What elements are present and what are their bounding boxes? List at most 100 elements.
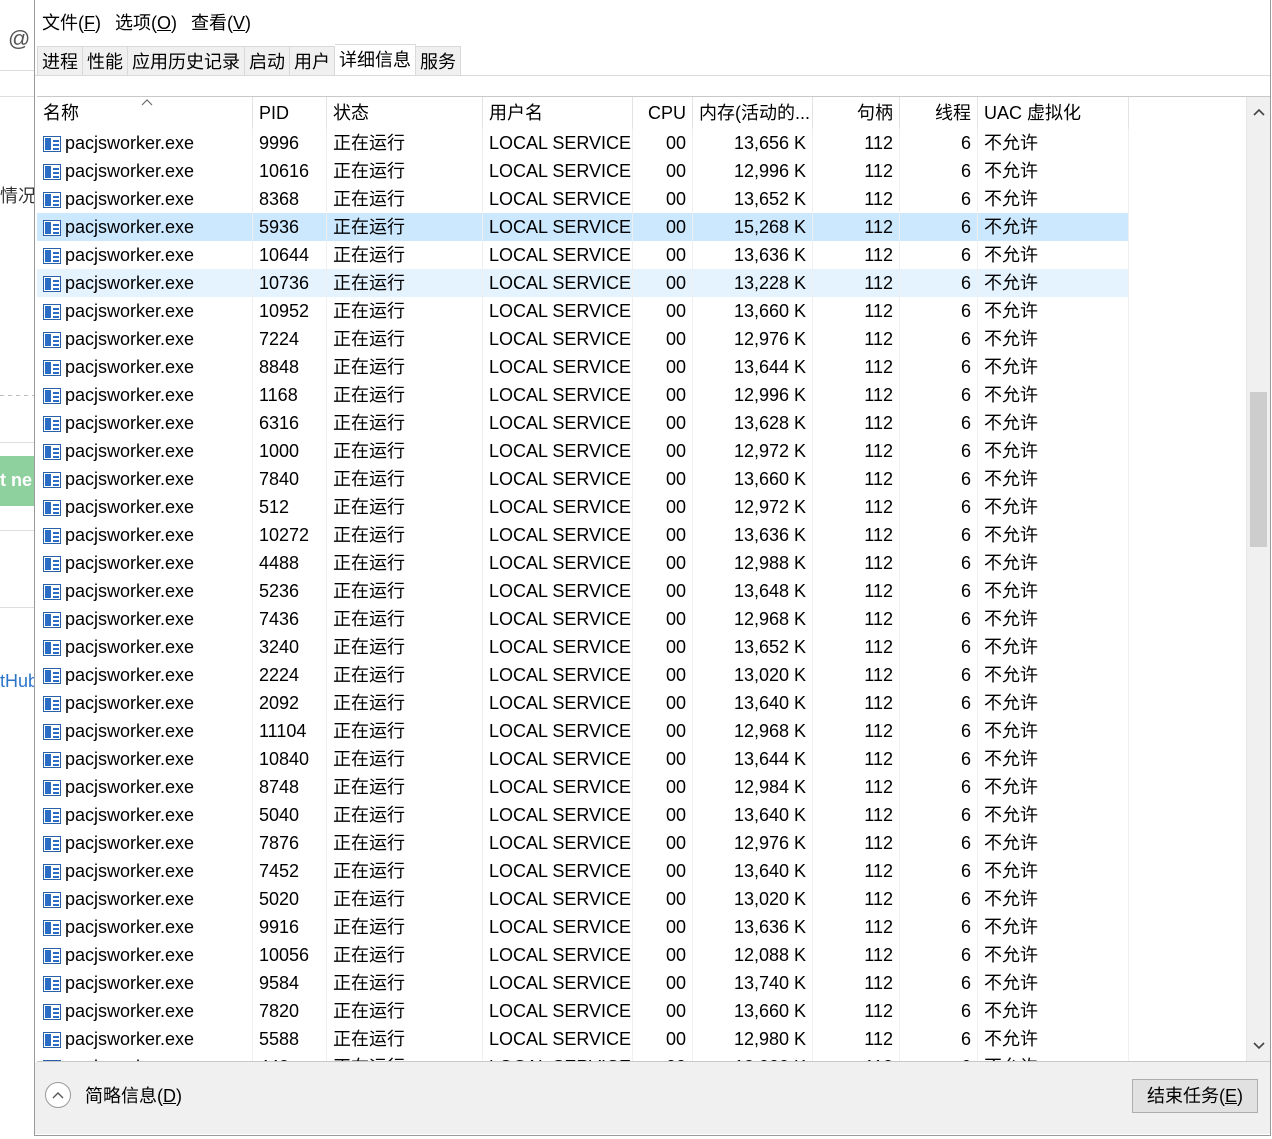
table-row[interactable]: pacjsworker.exe 5236 正在运行 LOCAL SERVICE 00 13… [37, 577, 1129, 605]
process-window-icon [43, 1032, 61, 1048]
table-row[interactable]: pacjsworker.exe 11104 正在运行 LOCAL SERVICE 00 1… [37, 717, 1129, 745]
tab-0[interactable]: 进程 [37, 46, 83, 76]
table-row[interactable]: pacjsworker.exe 7224 正在运行 LOCAL SERVICE 00 12… [37, 325, 1129, 353]
process-name: pacjsworker.exe [65, 357, 195, 377]
cell-uac: 不允许 [978, 465, 1129, 493]
tab-6[interactable]: 服务 [416, 46, 461, 76]
cell-handles: 112 [813, 717, 900, 745]
table-row[interactable]: pacjsworker.exe 8748 正在运行 LOCAL SERVICE 00 12… [37, 773, 1129, 801]
process-name: pacjsworker.exe [65, 189, 195, 209]
table-row[interactable]: pacjsworker.exe 2092 正在运行 LOCAL SERVICE 00 13… [37, 689, 1129, 717]
table-row[interactable]: pacjsworker.exe 5020 正在运行 LOCAL SERVICE 00 13… [37, 885, 1129, 913]
table-row[interactable]: pacjsworker.exe 8848 正在运行 LOCAL SERVICE 00 13… [37, 353, 1129, 381]
tab-5[interactable]: 详细信息 [335, 44, 416, 76]
cell-handles: 112 [813, 549, 900, 577]
table-row[interactable]: pacjsworker.exe 6316 正在运行 LOCAL SERVICE 00 13… [37, 409, 1129, 437]
column-header-threads[interactable]: 线程 [900, 97, 978, 129]
cell-cpu: 00 [633, 1053, 693, 1061]
cell-threads: 6 [900, 241, 978, 269]
table-row[interactable]: pacjsworker.exe 2224 正在运行 LOCAL SERVICE 00 13… [37, 661, 1129, 689]
cell-handles: 112 [813, 773, 900, 801]
end-task-button[interactable]: 结束任务(E) [1132, 1079, 1258, 1113]
process-window-icon [43, 612, 61, 628]
menu-item-v[interactable]: 查看(V) [184, 8, 258, 38]
table-row[interactable]: pacjsworker.exe 3240 正在运行 LOCAL SERVICE 00 13… [37, 633, 1129, 661]
cell-mem: 12,972 K [693, 493, 813, 521]
cell-mem: 13,228 K [693, 269, 813, 297]
table-row[interactable]: pacjsworker.exe 10272 正在运行 LOCAL SERVICE 00 1… [37, 521, 1129, 549]
cell-pid: 3240 [253, 633, 327, 661]
table-row[interactable]: pacjsworker.exe 512 正在运行 LOCAL SERVICE 00 12,… [37, 493, 1129, 521]
table-row[interactable]: pacjsworker.exe 8368 正在运行 LOCAL SERVICE 00 13… [37, 185, 1129, 213]
column-header-handles[interactable]: 句柄 [813, 97, 900, 129]
table-row[interactable]: pacjsworker.exe 9916 正在运行 LOCAL SERVICE 00 13… [37, 913, 1129, 941]
tab-3[interactable]: 启动 [245, 46, 290, 76]
cell-mem: 12,980 K [693, 1025, 813, 1053]
table-row[interactable]: pacjsworker.exe 10056 正在运行 LOCAL SERVICE 00 1… [37, 941, 1129, 969]
column-header-uac[interactable]: UAC 虚拟化 [978, 97, 1129, 129]
table-row[interactable]: pacjsworker.exe 7452 正在运行 LOCAL SERVICE 00 13… [37, 857, 1129, 885]
cell-handles: 112 [813, 1025, 900, 1053]
column-header-mem[interactable]: 内存(活动的... [693, 97, 813, 129]
table-row[interactable]: pacjsworker.exe 10644 正在运行 LOCAL SERVICE 00 1… [37, 241, 1129, 269]
process-name: pacjsworker.exe [65, 665, 195, 685]
column-header-pid[interactable]: PID [253, 97, 327, 129]
table-row[interactable]: pacjsworker.exe 10736 正在运行 LOCAL SERVICE 00 1… [37, 269, 1129, 297]
column-header-user[interactable]: 用户名 [483, 97, 633, 129]
background-divider [0, 96, 36, 97]
table-row[interactable]: pacjsworker.exe 10840 正在运行 LOCAL SERVICE 00 1… [37, 745, 1129, 773]
cell-name: pacjsworker.exe [37, 353, 253, 381]
cell-name: pacjsworker.exe [37, 661, 253, 689]
column-header-status[interactable]: 状态 [327, 97, 483, 129]
table-row[interactable]: pacjsworker.exe448正在运行LOCAL SERVICE0013,… [37, 1053, 1129, 1061]
cell-user: LOCAL SERVICE [483, 997, 633, 1025]
cell-status: 正在运行 [327, 465, 483, 493]
scroll-down-button[interactable] [1247, 1035, 1270, 1057]
table-row[interactable]: pacjsworker.exe 9996 正在运行 LOCAL SERVICE 00 13… [37, 129, 1129, 157]
cell-cpu: 00 [633, 521, 693, 549]
cell-mem: 12,972 K [693, 437, 813, 465]
table-row[interactable]: pacjsworker.exe 4488 正在运行 LOCAL SERVICE 00 12… [37, 549, 1129, 577]
table-row[interactable]: pacjsworker.exe 5588 正在运行 LOCAL SERVICE 00 12… [37, 1025, 1129, 1053]
table-row[interactable]: pacjsworker.exe 5936 正在运行 LOCAL SERVICE 00 15… [37, 213, 1129, 241]
menu-item-f[interactable]: 文件(F) [35, 8, 108, 38]
table-row[interactable]: pacjsworker.exe 7436 正在运行 LOCAL SERVICE 00 12… [37, 605, 1129, 633]
tab-4[interactable]: 用户 [290, 46, 335, 76]
cell-threads: 6 [900, 465, 978, 493]
cell-user: LOCAL SERVICE [483, 717, 633, 745]
scrollbar-thumb[interactable] [1250, 392, 1267, 547]
column-header-cpu[interactable]: CPU [633, 97, 693, 129]
cell-mem: 13,652 K [693, 633, 813, 661]
menu-item-o[interactable]: 选项(O) [108, 8, 184, 38]
table-row[interactable]: pacjsworker.exe 7876 正在运行 LOCAL SERVICE 00 12… [37, 829, 1129, 857]
process-name: pacjsworker.exe [65, 861, 195, 881]
vertical-scrollbar[interactable] [1246, 97, 1270, 1061]
cell-uac: 不允许 [978, 325, 1129, 353]
process-window-icon [43, 220, 61, 236]
table-row[interactable]: pacjsworker.exe 10616 正在运行 LOCAL SERVICE 00 1… [37, 157, 1129, 185]
background-green-button: t ne [0, 456, 36, 506]
process-name: pacjsworker.exe [65, 161, 195, 181]
table-row[interactable]: pacjsworker.exe 5040 正在运行 LOCAL SERVICE 00 13… [37, 801, 1129, 829]
cell-cpu: 00 [633, 829, 693, 857]
tab-1[interactable]: 性能 [83, 46, 128, 76]
process-name: pacjsworker.exe [65, 945, 195, 965]
cell-handles: 112 [813, 409, 900, 437]
cell-cpu: 00 [633, 745, 693, 773]
cell-user: LOCAL SERVICE [483, 857, 633, 885]
cell-user: LOCAL SERVICE [483, 829, 633, 857]
cell-name: pacjsworker.exe [37, 885, 253, 913]
cell-uac: 不允许 [978, 969, 1129, 997]
brief-info-button[interactable]: 简略信息(D) [45, 1082, 182, 1108]
scroll-up-button[interactable] [1247, 101, 1270, 123]
process-window-icon [43, 948, 61, 964]
table-row[interactable]: pacjsworker.exe 7820 正在运行 LOCAL SERVICE 00 13… [37, 997, 1129, 1025]
tab-2[interactable]: 应用历史记录 [128, 46, 245, 76]
table-row[interactable]: pacjsworker.exe 1168 正在运行 LOCAL SERVICE 00 12… [37, 381, 1129, 409]
table-row[interactable]: pacjsworker.exe 9584 正在运行 LOCAL SERVICE 00 13… [37, 969, 1129, 997]
table-row[interactable]: pacjsworker.exe 10952 正在运行 LOCAL SERVICE 00 1… [37, 297, 1129, 325]
table-row[interactable]: pacjsworker.exe 7840 正在运行 LOCAL SERVICE 00 13… [37, 465, 1129, 493]
cell-user: LOCAL SERVICE [483, 1025, 633, 1053]
table-row[interactable]: pacjsworker.exe 1000 正在运行 LOCAL SERVICE 00 12… [37, 437, 1129, 465]
cell-cpu: 00 [633, 661, 693, 689]
